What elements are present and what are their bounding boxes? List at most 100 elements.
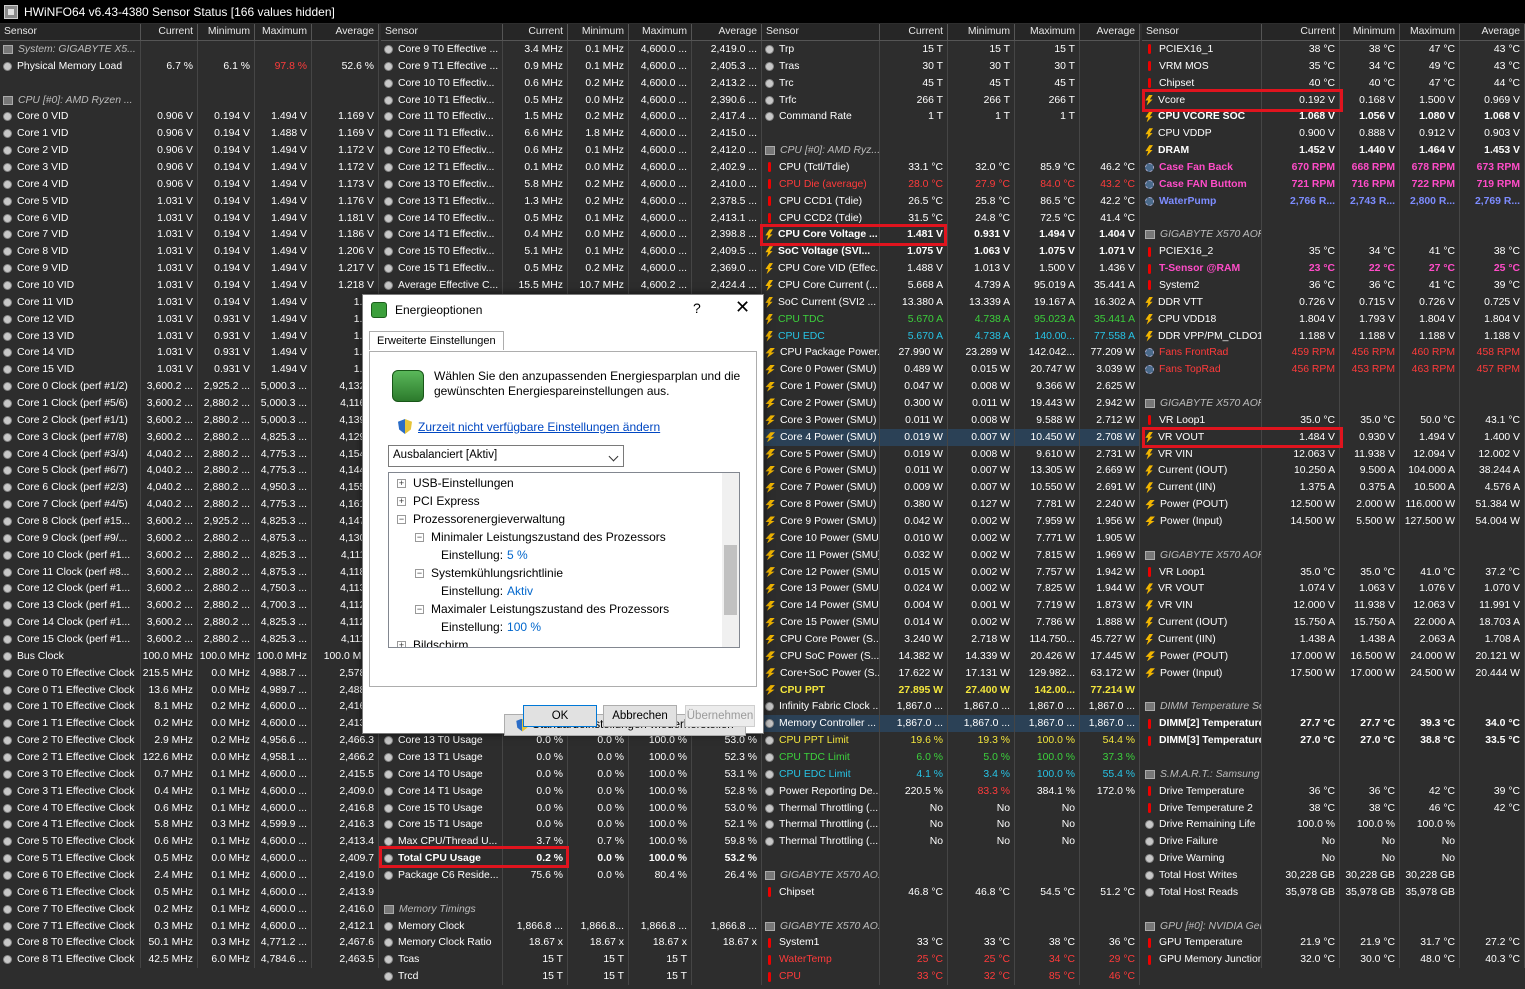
sensor-row[interactable]: Core 9 T1 Effective ... 0.9 MHz 0.1 MHz 4,6… (381, 57, 762, 75)
sensor-row[interactable]: Core 2 VID 0.906 V 0.194 V 1.494 V 1.172 V (0, 142, 379, 160)
sensor-row[interactable]: Memory Controller ... 1,867.0 ... 1,867.0 … (762, 715, 1140, 733)
expand-icon[interactable]: + (397, 640, 406, 647)
tree-item[interactable]: + Bildschirm (397, 636, 468, 647)
sensor-row[interactable]: Package C6 Reside... 75.6 % 0.0 % 80.4 % 26.… (381, 867, 762, 884)
sensor-row[interactable]: Power (POUT) 17.000 W 16.500 W 24.000 W 20.1… (1142, 647, 1525, 665)
sensor-row[interactable]: Core 13 VID1.031 V0.931 V1.494 V1.22 (0, 327, 379, 345)
column-header[interactable]: Average (692, 24, 762, 40)
sensor-row[interactable]: Core 11 Clock (perf #8... 3,600.2 ... 2,88… (0, 563, 379, 581)
tree-item[interactable]: − Maximaler Leistungszustand des Prozesso… (415, 600, 669, 618)
sensor-group-header[interactable]: DIMM Temperature Se... (1142, 698, 1525, 716)
sensor-row[interactable]: Core 13 T1 Usage 0.0 % 0.0 % 100.0 % 52.3 % (381, 749, 762, 766)
sensor-row[interactable]: Core 9 T0 Effective ... 3.4 MHz 0.1 MHz 4,6… (381, 41, 762, 58)
sensor-row[interactable]: VR Loop1 35.0 °C 35.0 °C 50.0 °C 43.1 °C (1142, 411, 1525, 429)
sensor-row[interactable]: CPU VCORE SOC 1.068 V 1.056 V 1.080 V 1.068 … (1142, 108, 1525, 126)
sensor-row[interactable]: Core 2 T1 Effective Clock 122.6 MHz 0.0 MH… (0, 749, 379, 766)
sensor-row[interactable]: Core 0 Clock (perf #1/2) 3,600.2 ... 2,925… (0, 378, 379, 396)
sensor-row[interactable]: Average Effective C... 15.5 MHz 10.7 MHz 4,… (381, 277, 762, 294)
settings-tree[interactable]: + Bildschirm Einstellung: 100 % − Maximaler L… (388, 472, 740, 648)
sensor-group-header[interactable]: GIGABYTE X570 AO... (762, 917, 1140, 935)
sensor-row[interactable]: PCIEX16_1 38 °C 38 °C 47 °C 43 °C (1142, 41, 1525, 58)
sensor-row[interactable]: PCIEX16_2 35 °C 34 °C 41 °C 38 °C (1142, 243, 1525, 261)
sensor-row[interactable]: Chipset 46.8 °C 46.8 °C 54.5 °C 51.2 °C (762, 883, 1140, 901)
sensor-row[interactable]: System2 36 °C 36 °C 41 °C 39 °C (1142, 277, 1525, 294)
column-header[interactable]: Maximum (629, 24, 692, 40)
sensor-row[interactable]: DDR VTT 0.726 V 0.715 V 0.726 V 0.725 V (1142, 293, 1525, 311)
sensor-row[interactable]: Trfc 266 T 266 T 266 T (762, 91, 1140, 109)
sensor-row[interactable]: Current (IIN) 1.438 A 1.438 A 2.063 A 1.708 … (1142, 631, 1525, 648)
sensor-row[interactable]: SoC Voltage (SVI... 1.075 V 1.063 V 1.075 V… (762, 243, 1140, 261)
sensor-row[interactable]: Core 11 T1 Effectiv... 6.6 MHz 1.8 MHz 4,60… (381, 125, 762, 143)
sensor-row[interactable]: VR VIN 12.000 V 11.938 V 12.063 V 11.991 V (1142, 597, 1525, 615)
sensor-row[interactable]: Core 7 VID 1.031 V 0.194 V 1.494 V 1.186 V (0, 226, 379, 244)
column-header[interactable]: Current (880, 24, 948, 40)
sensor-row[interactable]: Core 11 VID1.031 V0.194 V1.494 V1.21 (0, 293, 379, 311)
sensor-row[interactable]: Core 11 T0 Effectiv... 1.5 MHz 0.2 MHz 4,60… (381, 108, 762, 126)
collapse-icon[interactable]: − (415, 568, 424, 578)
sensor-row[interactable]: Drive Failure No No No (1142, 833, 1525, 851)
column-header[interactable]: Maximum (1015, 24, 1080, 40)
sensor-row[interactable]: Core 13 T1 Effectiv... 1.3 MHz 0.2 MHz 4,60… (381, 192, 762, 210)
sensor-row[interactable]: VR Loop1 35.0 °C 35.0 °C 41.0 °C 37.2 °C (1142, 563, 1525, 581)
sensor-row[interactable]: Core 6 Power (SMU) 0.011 W 0.007 W 13.305 W… (762, 462, 1140, 480)
sensor-row[interactable]: Core 12 T1 Effectiv... 0.1 MHz 0.0 MHz 4,60… (381, 159, 762, 176)
sensor-row[interactable]: Core 3 VID 0.906 V 0.194 V 1.494 V 1.172 V (0, 159, 379, 176)
sensor-row[interactable]: VR VOUT 1.484 V 0.930 V 1.494 V 1.400 V (1142, 428, 1525, 446)
sensor-row[interactable]: Core 15 T1 Usage 0.0 % 0.0 % 100.0 % 52.1 % (381, 816, 762, 834)
sensor-row[interactable]: Thermal Throttling (... No No No (762, 833, 1140, 851)
column-header[interactable]: Maximum (1400, 24, 1460, 40)
sensor-row[interactable]: Core 0 VID 0.906 V 0.194 V 1.494 V 1.169 V (0, 108, 379, 126)
sensor-row[interactable]: Core+SoC Power (S... 17.622 W 17.131 W 129.… (762, 664, 1140, 682)
sensor-row[interactable]: Tcas 15 T 15 T 15 T (381, 951, 762, 969)
sensor-row[interactable]: Core 15 Clock (perf #1... 3,600.2 ... 2,88… (0, 631, 379, 648)
blank-row[interactable] (1142, 681, 1525, 699)
blank-row[interactable] (0, 74, 379, 92)
sensor-row[interactable]: Core 12 Power (SMU) 0.015 W 0.002 W 7.757 W… (762, 563, 1140, 581)
sensor-row[interactable]: DRAM 1.452 V 1.440 V 1.464 V 1.453 V (1142, 142, 1525, 160)
sensor-row[interactable]: Infinity Fabric Clock ... 1,867.0 ... 1,86… (762, 698, 1140, 716)
sensor-row[interactable]: Fans FrontRad 459 RPM 456 RPM 460 RPM 458 RP… (1142, 344, 1525, 362)
column-header[interactable]: Maximum (255, 24, 312, 40)
sensor-row[interactable]: Core 4 T0 Effective Clock 0.6 MHz 0.1 MHz 4… (0, 799, 379, 817)
column-header[interactable]: Current (503, 24, 568, 40)
sensor-row[interactable]: Core 4 Power (SMU) 0.019 W 0.007 W 10.450 W… (762, 428, 1140, 446)
sensor-row[interactable]: Core 13 Clock (perf #1... 3,600.2 ... 2,88… (0, 597, 379, 615)
sensor-row[interactable]: Core 5 T0 Effective Clock 0.6 MHz 0.1 MHz 4… (0, 833, 379, 851)
sensor-row[interactable]: Case Fan Back 670 RPM 668 RPM 678 RPM 673 RP… (1142, 159, 1525, 176)
sensor-row[interactable]: Core 0 Power (SMU) 0.489 W 0.015 W 20.747 W… (762, 361, 1140, 379)
sensor-row[interactable]: CPU Core Power (S... 3.240 W 2.718 W 114.75… (762, 631, 1140, 648)
sensor-row[interactable]: Core 4 T1 Effective Clock 5.8 MHz 0.3 MHz 4… (0, 816, 379, 834)
sensor-row[interactable]: Memory Clock Ratio 18.67 x 18.67 x 18.67 x1… (381, 934, 762, 952)
sensor-row[interactable]: Core 1 Power (SMU) 0.047 W 0.008 W 9.366 W2… (762, 378, 1140, 396)
sensor-row[interactable]: DDR VPP/PM_CLDO12 1.188 V 1.188 V 1.188 V 1.… (1142, 327, 1525, 345)
sensor-row[interactable]: Core 6 T1 Effective Clock 0.5 MHz 0.1 MHz 4… (0, 883, 379, 901)
sensor-row[interactable]: Trp 15 T 15 T 15 T (762, 41, 1140, 58)
column-header[interactable]: Average (312, 24, 379, 40)
sensor-row[interactable]: Memory Clock 1,866.8 ... 1,866.8... 1,866.8… (381, 917, 762, 935)
tree-item[interactable]: − Systemkühlungsrichtlinie (415, 564, 563, 582)
sensor-row[interactable]: CPU Core VID (Effec... 1.488 V 1.013 V 1.50… (762, 260, 1140, 278)
sensor-row[interactable]: Core 2 Clock (perf #1/1) 3,600.2 ... 2,880… (0, 411, 379, 429)
column-header[interactable]: Sensor (0, 24, 141, 40)
sensor-row[interactable]: Core 14 T1 Effectiv... 0.4 MHz 0.0 MHz 4,60… (381, 226, 762, 244)
sensor-row[interactable]: SoC Current (SVI2 ... 13.380 A 13.339 A 19.… (762, 293, 1140, 311)
sensor-row[interactable]: Core 1 T1 Effective Clock 0.2 MHz 0.0 MHz 4… (0, 715, 379, 733)
sensor-group-header[interactable]: GIGABYTE X570 AO... (762, 867, 1140, 884)
column-header[interactable]: Minimum (198, 24, 255, 40)
sensor-row[interactable]: Core 8 Clock (perf #15... 3,600.2 ... 2,92… (0, 513, 379, 530)
sensor-row[interactable]: VR VIN 12.063 V 11.938 V 12.094 V 12.002 V (1142, 445, 1525, 463)
sensor-row[interactable]: Power (Input) 17.500 W 17.000 W 24.500 W 20.… (1142, 664, 1525, 682)
sensor-row[interactable]: VRM MOS 35 °C 34 °C 49 °C 43 °C (1142, 57, 1525, 75)
sensor-row[interactable]: Core 13 T0 Effectiv... 5.8 MHz 0.2 MHz 4,60… (381, 175, 762, 193)
sensor-row[interactable]: CPU CCD1 (Tdie) 26.5 °C 25.8 °C 86.5 °C 42.2… (762, 192, 1140, 210)
sensor-group-header[interactable]: GIGABYTE X570 AORU... (1142, 395, 1525, 412)
tree-item[interactable]: Einstellung: 100 % (441, 618, 541, 636)
sensor-row[interactable]: DIMM[3] Temperature 27.0 °C 27.0 °C 38.8 °C… (1142, 732, 1525, 750)
tree-scrollbar-thumb[interactable] (724, 545, 737, 615)
sensor-row[interactable]: CPU CCD2 (Tdie) 31.5 °C 24.8 °C 72.5 °C 41.4… (762, 209, 1140, 227)
tab-advanced-settings[interactable]: Erweiterte Einstellungen (369, 331, 504, 350)
sensor-row[interactable]: Power (Input) 14.500 W 5.500 W 127.500 W 54.… (1142, 513, 1525, 530)
sensor-row[interactable]: Core 10 T1 Effectiv... 0.5 MHz 0.0 MHz 4,60… (381, 91, 762, 109)
power-options-dialog[interactable]: Energieoptionen ? ✕ Erweiterte Einstellu… (362, 294, 764, 736)
tree-item-value[interactable]: Aktiv (507, 584, 533, 598)
